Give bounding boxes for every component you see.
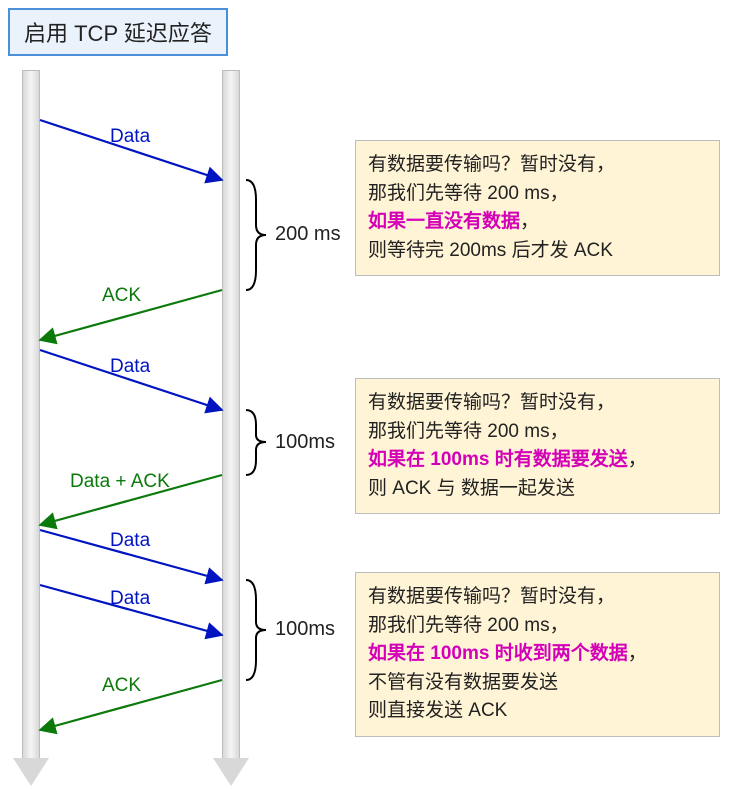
label-data-4: Data: [110, 588, 150, 610]
note-1-line-2: 那我们先等待 200 ms，: [368, 183, 569, 204]
brace-label-2: 100ms: [275, 431, 335, 454]
label-data-ack: Data + ACK: [70, 471, 170, 493]
label-ack-1: ACK: [102, 285, 141, 307]
note-1-em-suffix: ，: [520, 211, 539, 232]
label-data-2: Data: [110, 356, 150, 378]
note-2-emphasis: 如果在 100ms 时有数据要发送: [368, 449, 628, 470]
diagram-title: 启用 TCP 延迟应答: [8, 8, 228, 56]
note-3-emphasis: 如果在 100ms 时收到两个数据: [368, 643, 628, 664]
note-2-em-suffix: ，: [628, 449, 647, 470]
note-2-line-2: 那我们先等待 200 ms，: [368, 421, 569, 442]
timeline-left-arrowhead: [13, 758, 49, 786]
note-3: 有数据要传输吗？暂时没有， 那我们先等待 200 ms， 如果在 100ms 时…: [355, 572, 720, 737]
note-3-em-suffix: ，: [628, 643, 647, 664]
timeline-right: [222, 70, 240, 760]
note-2: 有数据要传输吗？暂时没有， 那我们先等待 200 ms， 如果在 100ms 时…: [355, 378, 720, 514]
note-1-line-4: 则等待完 200ms 后才发 ACK: [368, 240, 613, 261]
note-1: 有数据要传输吗？暂时没有， 那我们先等待 200 ms， 如果一直没有数据， 则…: [355, 140, 720, 276]
note-2-line-1: 有数据要传输吗？暂时没有，: [368, 392, 615, 413]
label-data-3: Data: [110, 530, 150, 552]
label-ack-2: ACK: [102, 675, 141, 697]
note-1-line-1: 有数据要传输吗？暂时没有，: [368, 154, 615, 175]
note-3-line-4: 不管有没有数据要发送: [368, 672, 558, 693]
note-3-line-2: 那我们先等待 200 ms，: [368, 615, 569, 636]
timeline-left: [22, 70, 40, 760]
timeline-right-arrowhead: [213, 758, 249, 786]
note-3-line-1: 有数据要传输吗？暂时没有，: [368, 586, 615, 607]
note-1-emphasis: 如果一直没有数据: [368, 211, 520, 232]
label-data-1: Data: [110, 126, 150, 148]
note-2-line-4: 则 ACK 与 数据一起发送: [368, 478, 575, 499]
brace-label-1: 200 ms: [275, 223, 341, 246]
note-3-line-5: 则直接发送 ACK: [368, 700, 507, 721]
brace-label-3: 100ms: [275, 618, 335, 641]
